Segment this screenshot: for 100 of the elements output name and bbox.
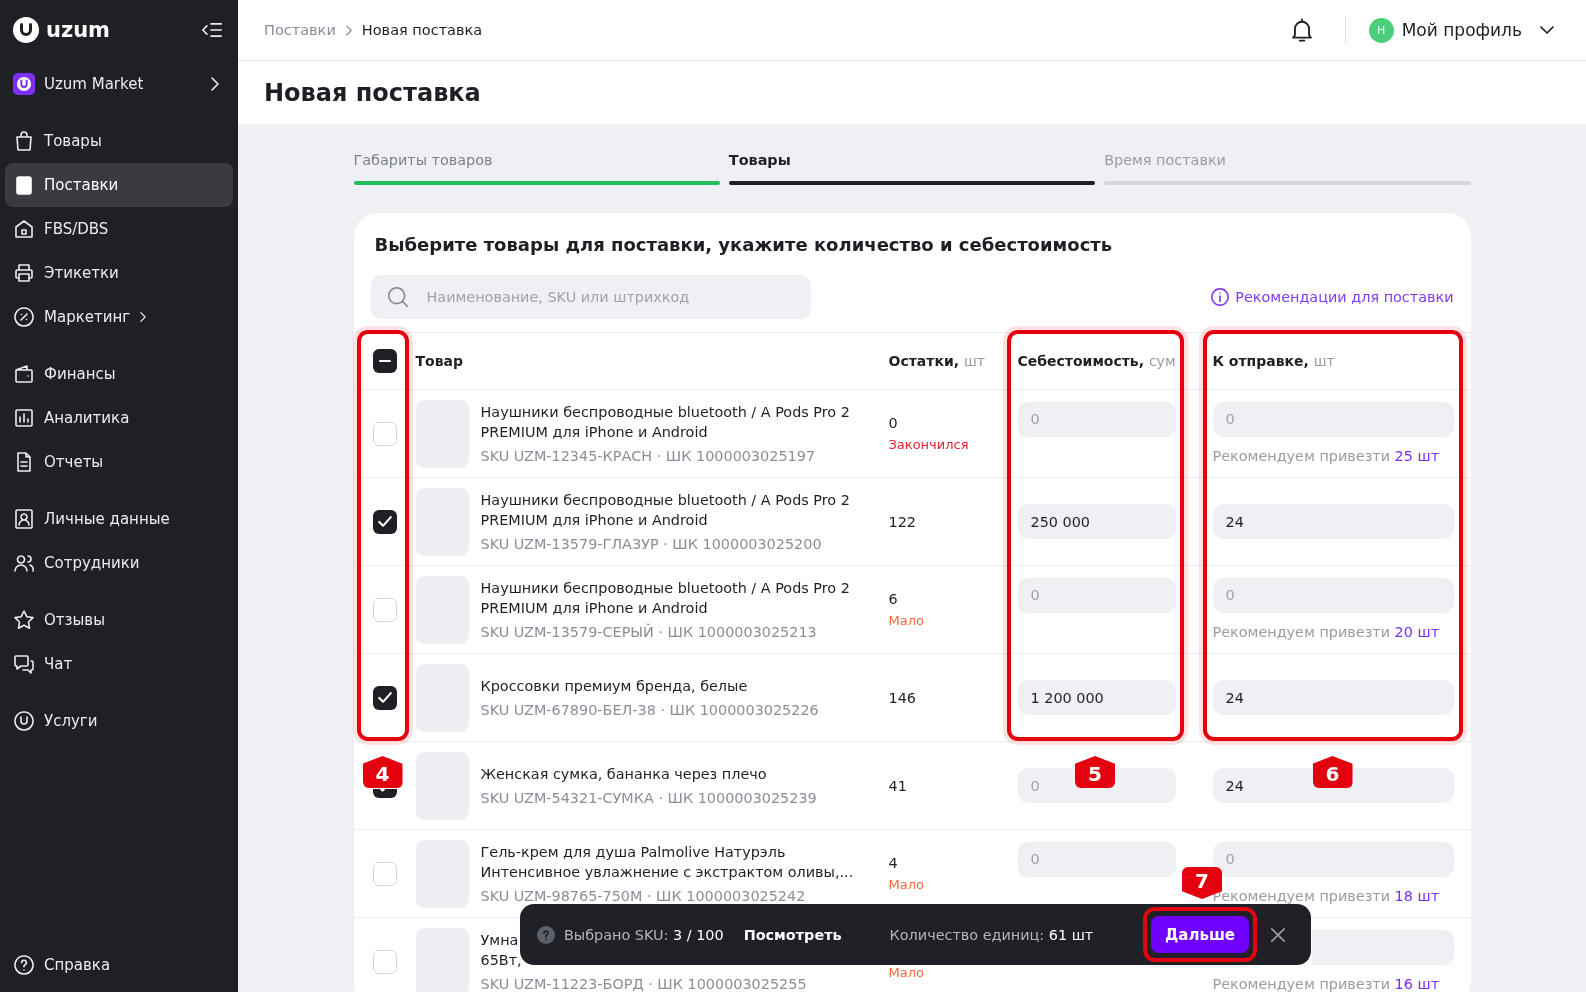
nav-item[interactable]: Услуги xyxy=(5,699,233,743)
chat-icon xyxy=(14,654,34,674)
card-title: Выберите товары для поставки, укажите количество и себестоимость xyxy=(374,233,1114,257)
product-name: Наушники беспроводные bluetooth / A Pods Pro 2 PREMIUM для iPhone и Android xyxy=(480,490,851,530)
product-sku: SKU UZM-12345-КРАСН · ШК 1000003025197 xyxy=(480,446,817,466)
printer-icon xyxy=(14,263,34,283)
view-link[interactable]: Посмотреть xyxy=(743,926,842,943)
search-field[interactable]: Наименование, SKU или штрихкод xyxy=(370,275,811,319)
cost-input[interactable]: 0 xyxy=(1017,841,1176,877)
cost-input[interactable]: 1 200 000 xyxy=(1017,680,1176,715)
callout-badge: 5 xyxy=(1075,756,1115,788)
nav-item[interactable]: Сотрудники xyxy=(5,541,233,585)
row-checkbox[interactable] xyxy=(372,421,397,446)
question-icon xyxy=(537,925,555,944)
document-icon xyxy=(14,452,34,472)
quantity-input[interactable]: 24 xyxy=(1212,680,1454,715)
nav-item[interactable]: Справка xyxy=(5,943,233,987)
recommendation-text: Рекомендуем привезти 18 шт xyxy=(1212,886,1441,906)
shop-logo-icon xyxy=(13,73,35,95)
minus-icon xyxy=(378,359,391,363)
nav-item[interactable]: Личные данные xyxy=(5,497,233,541)
cost-input[interactable]: 0 xyxy=(1017,577,1176,613)
product-name: Наушники беспроводные bluetooth / A Pods Pro 2 PREMIUM для iPhone и Android xyxy=(480,402,851,442)
stock-count: 6 xyxy=(888,590,899,609)
row-checkbox[interactable] xyxy=(372,861,397,886)
nav-item[interactable]: Поставки xyxy=(5,163,233,207)
product-sku: SKU UZM-54321-СУМКА · ШК 1000003025239 xyxy=(480,788,818,808)
nav-item[interactable]: Этикетки xyxy=(5,251,233,295)
stock-status: Мало xyxy=(888,612,925,630)
product-sku: SKU UZM-11223-БОРД · ШК 1000003025255 xyxy=(480,974,808,992)
select-all-checkbox[interactable] xyxy=(372,349,397,373)
star-icon xyxy=(14,610,34,630)
quantity-input[interactable]: 0 xyxy=(1212,841,1454,877)
column-header: К отправке, шт xyxy=(1212,353,1335,369)
product-sku: SKU UZM-67890-БЕЛ-38 · ШК 1000003025226 xyxy=(480,700,820,720)
stock-count: 122 xyxy=(888,512,917,532)
row-checkbox[interactable] xyxy=(372,509,397,534)
step-label: Габариты товаров xyxy=(353,151,494,170)
stock-count: 4 xyxy=(888,854,899,873)
selected-count: Выбрано SKU: 3 / 100 xyxy=(564,926,724,943)
product-sku: SKU UZM-13579-СЕРЫЙ · ШК 1000003025213 xyxy=(480,622,818,642)
logo-icon xyxy=(13,17,39,43)
product-name: Умна 65Вт, xyxy=(480,930,522,970)
row-checkbox[interactable] xyxy=(372,949,397,974)
shop-switcher[interactable]: Uzum Market xyxy=(5,60,233,108)
nav-item[interactable]: Финансы xyxy=(5,352,233,396)
row-checkbox[interactable] xyxy=(372,685,397,710)
quantity-input[interactable]: 0 xyxy=(1212,577,1454,613)
stock-status: Мало xyxy=(888,876,925,894)
row-checkbox[interactable] xyxy=(372,597,397,622)
column-header: Товар xyxy=(415,353,463,369)
step-label: Время поставки xyxy=(1104,151,1227,170)
quantity-input[interactable]: 0 xyxy=(1212,401,1454,437)
stock-status: Закончился xyxy=(888,436,970,454)
product-sku: SKU UZM-98765-750М · ШК 1000003025242 xyxy=(480,886,807,906)
product-name: Гель-крем для душа Palmolive Натурэль Интенсивное увлажнение с экстрактом оливы,... xyxy=(480,842,855,882)
chevron-down-icon xyxy=(1540,26,1554,34)
logo-text: uzum xyxy=(46,17,110,43)
callout-badge: 4 xyxy=(362,756,403,788)
quantity-input[interactable]: 24 xyxy=(1212,504,1454,539)
nav-item[interactable]: Отзывы xyxy=(5,598,233,642)
percent-icon xyxy=(14,307,34,327)
nav-item[interactable]: Товары xyxy=(5,119,233,163)
step-label: Товары xyxy=(728,151,792,170)
column-header: Себестоимость, сум xyxy=(1017,353,1176,369)
next-button[interactable]: Дальше xyxy=(1150,916,1249,953)
nav-item[interactable]: Маркетинг xyxy=(5,295,233,339)
close-icon[interactable] xyxy=(1271,927,1285,942)
page-title: Новая поставка xyxy=(264,78,481,107)
breadcrumb-current: Новая поставка xyxy=(361,22,483,38)
product-sku: SKU UZM-13579-ГЛАЗУР · ШК 1000003025200 xyxy=(480,534,823,554)
nav-item[interactable]: FBS/DBS xyxy=(5,207,233,251)
cost-input[interactable]: 0 xyxy=(1017,401,1176,437)
profile-menu[interactable]: Н Мой профиль xyxy=(1368,17,1554,43)
recommendation-text: Рекомендуем привезти 25 шт xyxy=(1212,446,1441,466)
cost-input[interactable]: 250 000 xyxy=(1017,504,1176,539)
units-total: Количество единиц: 61 шт xyxy=(889,926,1094,943)
warehouse-icon xyxy=(14,219,34,239)
nav-item[interactable]: Чат xyxy=(5,642,233,686)
bar-chart-icon xyxy=(14,408,34,428)
stock-count: 41 xyxy=(888,776,908,796)
nav-item[interactable]: Отчеты xyxy=(5,440,233,484)
users-icon xyxy=(14,553,34,573)
nav-item[interactable]: Аналитика xyxy=(5,396,233,440)
recommendation-text: Рекомендуем привезти 16 шт xyxy=(1212,974,1441,992)
stock-count: 146 xyxy=(888,688,917,708)
clipboard-icon xyxy=(14,175,34,195)
chevron-right-icon xyxy=(345,24,352,36)
product-name: Кроссовки премиум бренда, белые xyxy=(480,676,748,696)
notification-bell-icon[interactable] xyxy=(1291,18,1312,42)
quantity-input[interactable] xyxy=(1311,929,1454,965)
collapse-menu-icon[interactable] xyxy=(202,20,222,40)
bag-icon xyxy=(14,131,34,151)
avatar: Н xyxy=(1368,17,1394,43)
stock-count: 0 xyxy=(888,414,899,433)
help-icon xyxy=(14,955,34,975)
check-icon xyxy=(379,789,386,792)
check-icon xyxy=(377,516,392,527)
info-icon xyxy=(1211,288,1230,306)
recommendations-link[interactable]: Рекомендации для поставки xyxy=(1211,288,1454,306)
